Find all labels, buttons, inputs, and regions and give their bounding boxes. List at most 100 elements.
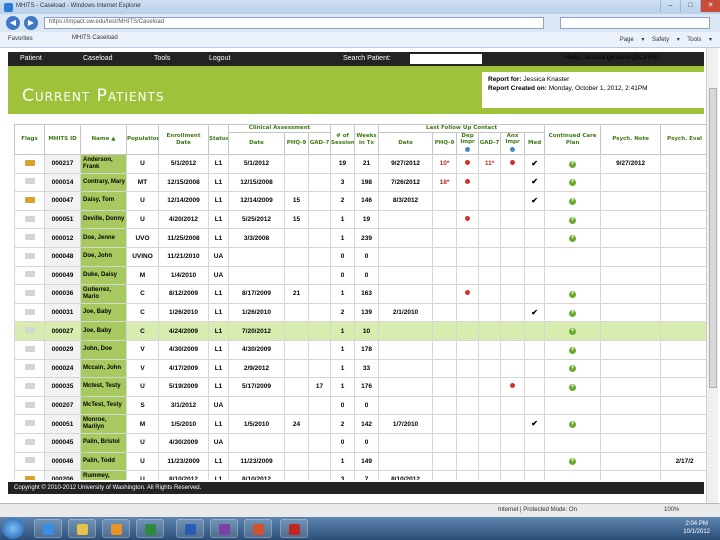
cell-ccp[interactable]: + [544, 191, 602, 211]
cell-name[interactable]: Doe, Jenne [80, 228, 127, 248]
cell-name[interactable]: Palin, Todd [80, 451, 127, 472]
back-icon[interactable]: ◀ [6, 16, 20, 30]
add-plan-icon[interactable]: + [569, 383, 577, 391]
cell-ccp[interactable]: + [544, 358, 602, 379]
taskbar-ie[interactable] [34, 519, 62, 538]
add-plan-icon[interactable]: + [569, 235, 577, 243]
start-button[interactable] [2, 518, 24, 539]
nav-logout[interactable]: Logout [209, 55, 230, 62]
flag-icon[interactable] [24, 327, 35, 334]
flag-icon[interactable] [24, 215, 35, 222]
col-enrollment[interactable]: Enrollment Date [158, 124, 209, 155]
cell-name[interactable]: Mccain, John [80, 358, 127, 379]
col-name[interactable]: Name ▲ [80, 124, 127, 155]
cell-psych[interactable] [600, 432, 662, 453]
cell-ccp[interactable]: + [544, 228, 602, 248]
flag-icon[interactable] [24, 159, 35, 166]
flag-icon[interactable] [24, 178, 35, 185]
col-sessions[interactable]: # of Sessions [330, 124, 356, 155]
vertical-scrollbar[interactable] [706, 48, 718, 503]
add-plan-icon[interactable]: + [569, 458, 577, 466]
flag-icon[interactable] [24, 420, 35, 427]
cell-ccp[interactable]: + [544, 284, 602, 304]
col-fu-phq[interactable]: PHQ-9 [432, 131, 458, 155]
nav-patient[interactable]: Patient [20, 55, 42, 62]
flag-icon[interactable] [24, 475, 35, 480]
cell-name[interactable]: Rummey, Donald [80, 470, 127, 480]
close-button[interactable]: ✕ [700, 0, 720, 12]
cell-ccp[interactable]: + [544, 414, 602, 434]
command-bar[interactable]: Page ▾ Safety ▾ Tools ▾ [620, 36, 712, 43]
col-flags[interactable]: Flags [14, 124, 45, 155]
cell-name[interactable]: Monroe, Marilyn [80, 414, 127, 434]
cell-ccp[interactable]: + [544, 302, 602, 323]
cell-name[interactable]: John, Doe [80, 339, 127, 360]
cell-name[interactable]: Joe, Baby [80, 321, 127, 341]
cell-psych[interactable] [600, 377, 662, 397]
col-status[interactable]: Status [208, 124, 229, 155]
cell-name[interactable]: Anderson, Frank [80, 154, 127, 174]
cell-psych[interactable] [600, 302, 662, 323]
add-plan-icon[interactable]: + [569, 309, 577, 317]
add-plan-icon[interactable]: + [569, 328, 577, 336]
col-fu-anximpr[interactable]: Anx Impr [500, 131, 526, 155]
maximize-button[interactable]: □ [680, 0, 700, 12]
table-row[interactable]: 000012 Doe, Jenne UVO 11/25/2008 L1 3/3/2008 1… [14, 228, 708, 248]
url-input[interactable]: https://impact.uw.edu/test/MHITS/Caseloa… [44, 17, 544, 29]
taskbar-powerpoint[interactable] [244, 519, 272, 538]
cell-psych[interactable] [600, 284, 662, 304]
col-clin-gad[interactable]: GAD-7 [307, 131, 332, 155]
col-fu-depimpr[interactable]: Dep Impr [456, 131, 480, 155]
cell-psych[interactable] [600, 451, 662, 472]
cell-psych[interactable] [600, 265, 662, 286]
minimize-button[interactable]: – [660, 0, 680, 12]
table-row[interactable]: 000051 Deville, Donny U 4/20/2012 L1 5/25/201… [14, 209, 708, 230]
cell-ccp[interactable] [544, 395, 602, 416]
table-row[interactable]: 000024 Mccain, John V 4/17/2009 L1 2/9/2012 1 3… [14, 358, 708, 379]
taskbar-explorer[interactable] [68, 519, 96, 538]
cell-name[interactable]: Deville, Donny [80, 209, 127, 230]
table-row[interactable]: 000051 Monroe, Marilyn M 1/5/2010 L1 1/5/2010… [14, 414, 708, 434]
taskbar-outlook[interactable] [102, 519, 130, 538]
table-row[interactable]: 000031 Joe, Baby C 1/26/2010 L1 1/26/2010 2 139… [14, 302, 708, 323]
cell-name[interactable]: Palin, Bristol [80, 432, 127, 453]
forward-icon[interactable]: ▶ [24, 16, 38, 30]
table-row[interactable]: 000027 Joe, Baby C 4/24/2009 L1 7/20/2012 1 10 + [14, 321, 708, 341]
cell-ccp[interactable]: + [544, 321, 602, 341]
flag-icon[interactable] [24, 308, 35, 315]
cell-name[interactable]: Duke, Daisy [80, 265, 127, 286]
cell-psych[interactable]: 9/27/2012 [600, 154, 662, 174]
cell-psych[interactable] [600, 321, 662, 341]
col-psych-note[interactable]: Psych. Note [600, 124, 662, 155]
cell-psych[interactable] [600, 470, 662, 480]
cell-name[interactable]: Doe, John [80, 246, 127, 267]
add-plan-icon[interactable]: + [569, 179, 577, 187]
flag-icon[interactable] [24, 438, 35, 445]
add-plan-icon[interactable]: + [569, 160, 577, 168]
flag-icon[interactable] [24, 234, 35, 241]
scrollbar-thumb[interactable] [709, 88, 717, 388]
cell-psych[interactable] [600, 209, 662, 230]
cell-ccp[interactable] [544, 432, 602, 453]
col-fu-gad[interactable]: GAD-7 [478, 131, 502, 155]
flag-icon[interactable] [24, 364, 35, 371]
cell-ccp[interactable]: + [544, 377, 602, 397]
cell-ccp[interactable] [544, 246, 602, 267]
add-plan-icon[interactable]: + [569, 365, 577, 373]
add-plan-icon[interactable]: + [569, 216, 577, 224]
cell-ccp[interactable]: + [544, 339, 602, 360]
table-row[interactable]: 000206Rummey, DonaldU8/10/2012L18/10/201… [14, 470, 708, 480]
add-plan-icon[interactable]: + [569, 290, 577, 298]
col-id[interactable]: MHITS ID [44, 124, 81, 155]
flag-icon[interactable] [24, 345, 35, 352]
table-row[interactable]: 000014 Contrary, Mary MT 12/15/2008 L1 12/15/… [14, 172, 708, 193]
browser-tab[interactable]: MHITS Caseload [72, 35, 118, 41]
add-plan-icon[interactable]: + [569, 346, 577, 354]
col-fu-med[interactable]: Med [524, 131, 546, 155]
cell-psych[interactable] [600, 191, 662, 211]
cell-name[interactable]: Gutierrez, Mario [80, 284, 127, 304]
cell-ccp[interactable] [544, 265, 602, 286]
cell-name[interactable]: McTest, Testy [80, 395, 127, 416]
cell-name[interactable]: Mctest, Testy [80, 377, 127, 397]
cell-psych[interactable] [600, 228, 662, 248]
